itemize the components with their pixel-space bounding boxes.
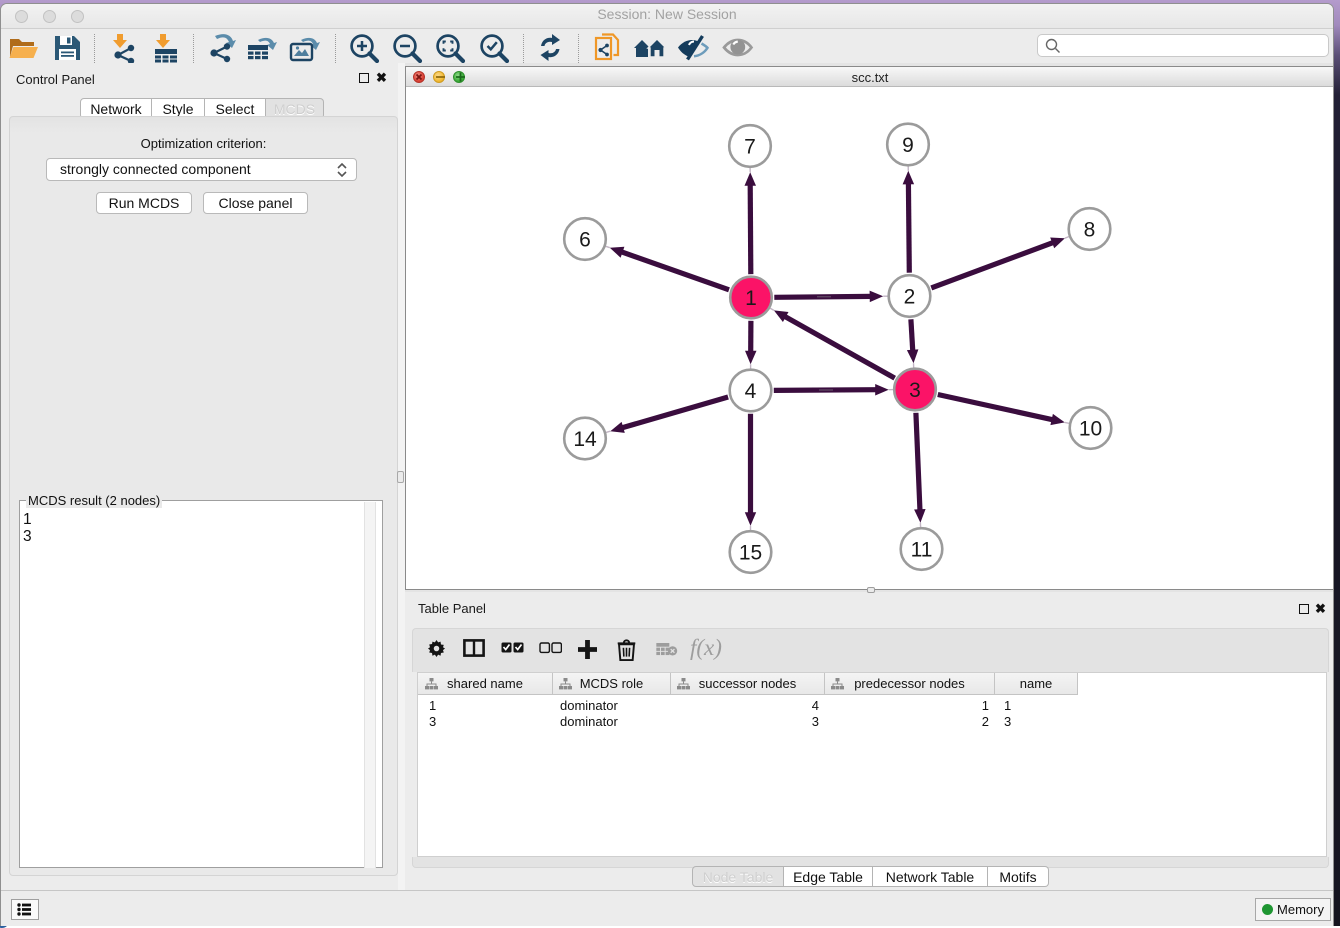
svg-text:15: 15 [739,542,762,565]
svg-text:9: 9 [902,134,914,157]
svg-text:2: 2 [904,286,916,309]
svg-text:10: 10 [1079,418,1102,441]
svg-text:8: 8 [1084,219,1096,242]
svg-text:7: 7 [744,136,756,159]
svg-text:3: 3 [909,379,921,402]
svg-text:4: 4 [745,380,757,403]
svg-text:6: 6 [579,229,591,252]
svg-text:11: 11 [911,539,933,562]
svg-text:1: 1 [745,287,757,310]
svg-text:14: 14 [573,428,597,451]
